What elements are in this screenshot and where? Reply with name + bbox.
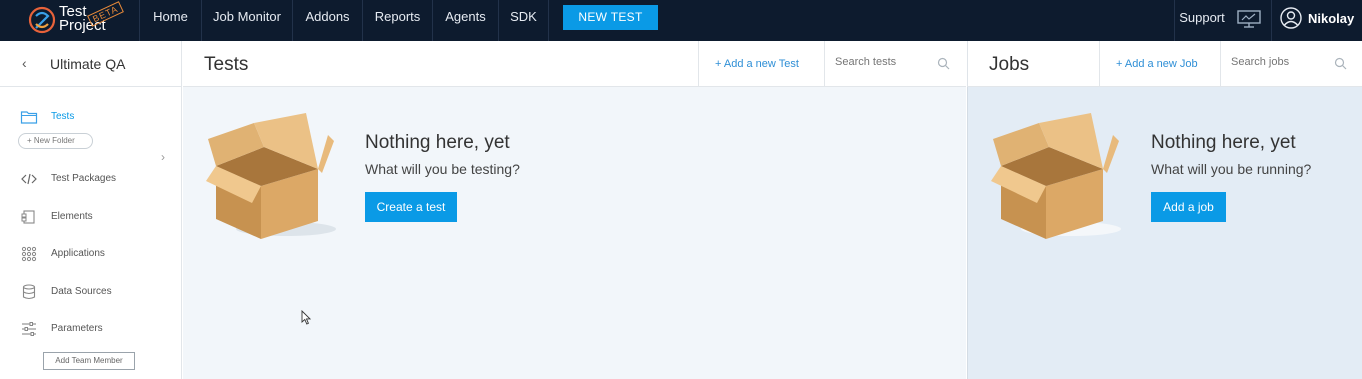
add-new-test-link[interactable]: + Add a new Test [698,41,824,87]
sidebar-item-label: Test Packages [51,173,117,184]
new-folder-button[interactable]: + New Folder [18,133,93,149]
tests-panel-title: Tests [204,54,249,75]
sliders-icon [22,322,36,336]
add-team-member-button[interactable]: Add Team Member [43,352,135,370]
jobs-panel-header: Jobs + Add a new Job [967,41,1362,87]
top-navigation-bar: Test Project BETA Home Job Monitor Addon… [0,0,1362,41]
folder-icon [20,111,38,124]
jobs-empty-subtitle: What will you be running? [1151,161,1312,177]
tests-panel-header: Tests + Add a new Test [183,41,966,87]
search-icon[interactable] [1334,57,1347,70]
mouse-cursor-icon [301,310,311,325]
jobs-panel-title: Jobs [989,54,1030,75]
sidebar-item-test-packages[interactable]: Test Packages [20,170,170,188]
support-link[interactable]: Support [1174,0,1229,41]
sidebar-item-label: Tests [51,111,75,122]
tests-empty-title: Nothing here, yet [365,132,510,153]
sidebar-header: ‹ Ultimate QA [0,41,181,87]
empty-box-icon [206,113,336,239]
search-tests-input[interactable] [835,56,935,68]
nav-agents[interactable]: Agents [432,0,498,41]
elements-icon [21,210,35,224]
create-test-button[interactable]: Create a test [365,192,457,222]
sidebar-item-label: Data Sources [51,286,112,297]
sidebar-item-parameters[interactable]: Parameters [20,320,170,338]
search-icon[interactable] [937,57,950,70]
logo-mark-icon [28,6,56,34]
sidebar-item-tests[interactable]: Tests [20,108,170,126]
user-avatar-icon [1280,7,1302,29]
project-sidebar: ‹ Ultimate QA Tests › + New Folder Test … [0,41,182,379]
nav-reports[interactable]: Reports [362,0,432,41]
project-title: Ultimate QA [50,56,126,72]
nav-home[interactable]: Home [139,0,201,41]
database-icon [22,284,36,300]
sidebar-item-data-sources[interactable]: Data Sources [20,283,170,301]
testproject-logo[interactable]: Test Project BETA [28,1,128,38]
sidebar-item-label: Elements [51,211,93,222]
tests-empty-subtitle: What will you be testing? [365,161,520,177]
sidebar-item-label: Parameters [51,323,103,334]
jobs-empty-title: Nothing here, yet [1151,132,1296,153]
sidebar-item-applications[interactable]: Applications [20,245,170,263]
chevron-right-icon[interactable]: › [161,150,165,164]
sidebar-item-elements[interactable]: Elements [20,208,170,226]
monitor-icon[interactable] [1237,10,1261,28]
user-menu[interactable]: Nikolay [1271,0,1354,41]
grid-icon [21,246,37,262]
add-new-job-link[interactable]: + Add a new Job [1099,41,1220,87]
nav-addons[interactable]: Addons [292,0,362,41]
back-chevron-icon[interactable]: ‹ [22,55,27,71]
tests-empty-state: Nothing here, yet What will you be testi… [183,87,966,379]
jobs-empty-state: Nothing here, yet What will you be runni… [967,87,1362,379]
add-job-button[interactable]: Add a job [1151,192,1226,222]
search-tests-box [824,41,966,87]
search-jobs-input[interactable] [1231,56,1331,68]
new-test-button[interactable]: NEW TEST [563,5,658,30]
nav-sdk[interactable]: SDK [498,0,549,41]
search-jobs-box [1220,41,1362,87]
user-name: Nikolay [1308,11,1355,26]
empty-box-icon [991,113,1121,239]
nav-job-monitor[interactable]: Job Monitor [201,0,292,41]
sidebar-item-label: Applications [51,248,105,259]
code-icon [21,173,37,185]
